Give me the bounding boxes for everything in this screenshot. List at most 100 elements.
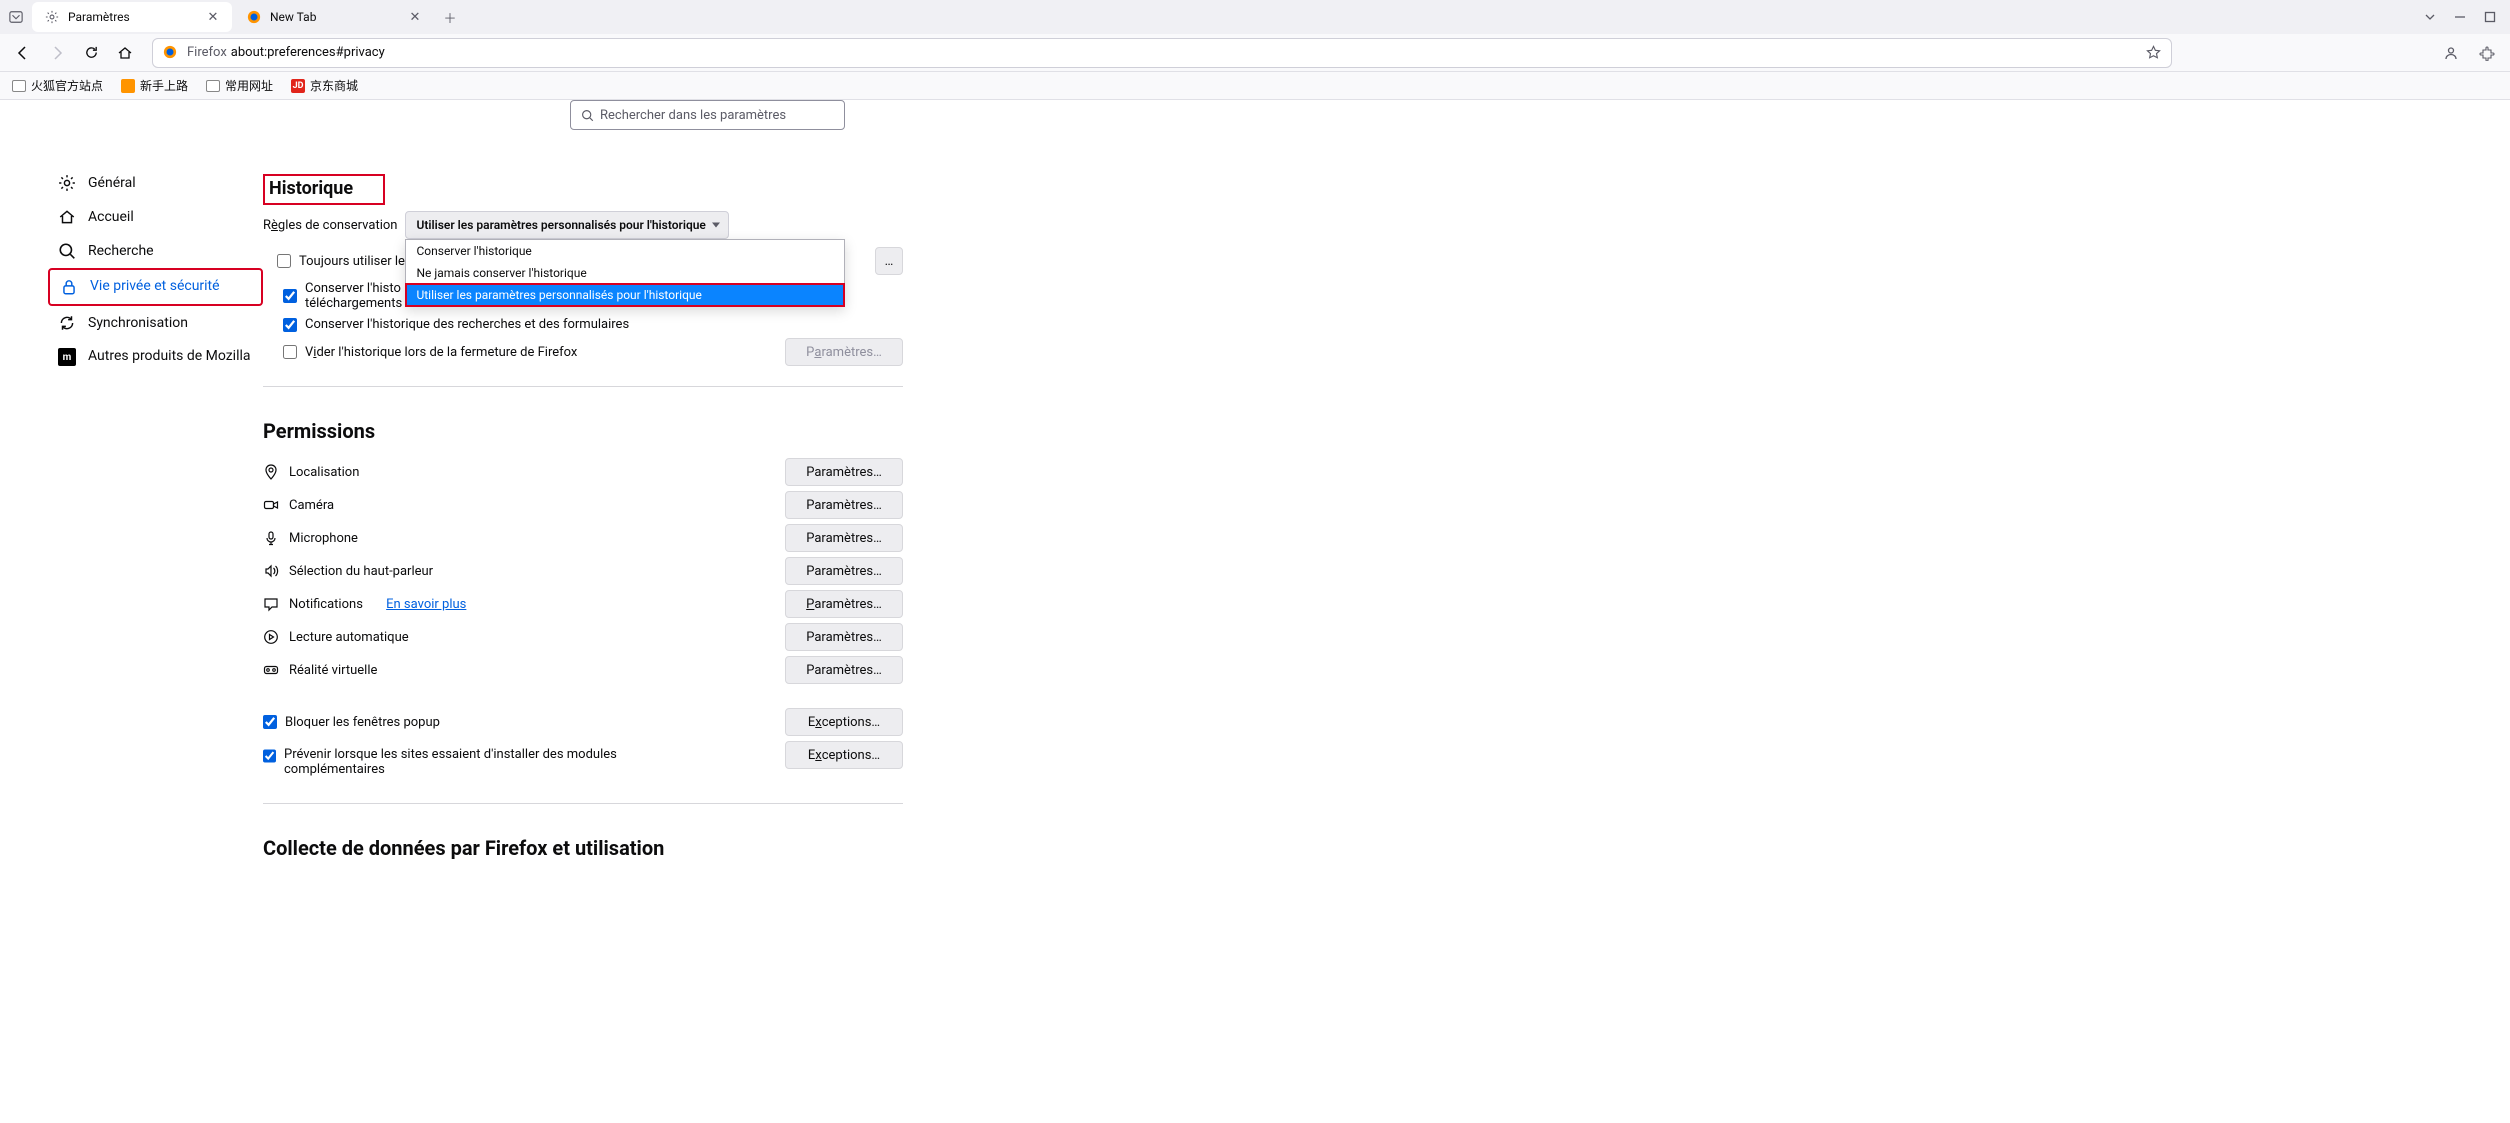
clear-on-close-checkbox[interactable]: Vider l'historique lors de la fermeture … bbox=[283, 345, 577, 360]
sidebar-item-label: Autres produits de Mozilla bbox=[88, 348, 251, 366]
titlebar: Paramètres ✕ New Tab ✕ ＋ bbox=[0, 0, 2510, 34]
search-settings-input[interactable]: Rechercher dans les paramètres bbox=[570, 100, 845, 130]
sidebar-item-more-mozilla[interactable]: m Autres produits de Mozilla bbox=[48, 340, 263, 374]
tab-label: Paramètres bbox=[68, 10, 204, 24]
bookmark-label: 京东商城 bbox=[310, 77, 358, 94]
autoplay-icon bbox=[263, 629, 279, 645]
gear-icon bbox=[44, 9, 60, 25]
new-tab-button[interactable]: ＋ bbox=[436, 3, 464, 31]
dropdown-option[interactable]: Conserver l'historique bbox=[406, 240, 844, 262]
account-button[interactable] bbox=[2436, 38, 2466, 68]
bookmark-item[interactable]: 火狐官方站点 bbox=[8, 75, 107, 96]
vr-settings-button[interactable]: Paramètres… bbox=[785, 656, 903, 684]
microphone-icon bbox=[263, 530, 279, 546]
camera-icon bbox=[263, 497, 279, 513]
history-mode-dropdown: Conserver l'historique Ne jamais conserv… bbox=[405, 239, 845, 307]
navbar: Firefox about:preferences#privacy bbox=[0, 34, 2510, 72]
sidebar-item-sync[interactable]: Synchronisation bbox=[48, 306, 263, 340]
search-placeholder: Rechercher dans les paramètres bbox=[600, 108, 786, 123]
permission-label: Lecture automatique bbox=[289, 630, 409, 645]
chevron-down-icon[interactable] bbox=[2424, 11, 2436, 23]
gear-icon bbox=[58, 174, 76, 192]
camera-settings-button[interactable]: Paramètres… bbox=[785, 491, 903, 519]
bookmark-item[interactable]: 新手上路 bbox=[117, 75, 192, 96]
reload-button[interactable] bbox=[76, 38, 106, 68]
bookmark-item[interactable]: 常用网址 bbox=[202, 75, 277, 96]
checkbox-label: Bloquer les fenêtres popup bbox=[285, 715, 440, 730]
lock-icon bbox=[60, 278, 78, 296]
list-tabs-button[interactable] bbox=[4, 5, 28, 29]
extensions-button[interactable] bbox=[2472, 38, 2502, 68]
warn-addons-checkbox[interactable]: Prévenir lorsque les sites essaient d'in… bbox=[263, 747, 683, 777]
block-popups-checkbox[interactable]: Bloquer les fenêtres popup bbox=[263, 715, 440, 730]
dropdown-option[interactable]: Ne jamais conserver l'historique bbox=[406, 262, 844, 284]
section-title-history: Historique bbox=[263, 174, 385, 205]
bookmark-label: 新手上路 bbox=[140, 77, 188, 94]
permission-label: Sélection du haut-parleur bbox=[289, 564, 433, 579]
settings-sidebar: Général Accueil Recherche Vie privée et … bbox=[48, 162, 263, 870]
firefox-icon bbox=[163, 45, 179, 61]
speaker-icon bbox=[263, 563, 279, 579]
tab-settings[interactable]: Paramètres ✕ bbox=[32, 2, 232, 32]
ellipsis-button[interactable]: … bbox=[875, 247, 903, 275]
tab-newtab[interactable]: New Tab ✕ bbox=[234, 2, 434, 32]
location-settings-button[interactable]: Paramètres… bbox=[785, 458, 903, 486]
checkbox-label: Vider l'historique lors de la fermeture … bbox=[305, 345, 577, 360]
history-mode-select[interactable]: Utiliser les paramètres personnalisés po… bbox=[405, 211, 728, 239]
sidebar-item-privacy[interactable]: Vie privée et sécurité bbox=[48, 268, 263, 306]
sidebar-item-label: Accueil bbox=[88, 209, 134, 225]
url-identity: Firefox bbox=[187, 45, 227, 60]
checkbox-label: Toujours utiliser le m bbox=[299, 254, 420, 269]
home-button[interactable] bbox=[110, 38, 140, 68]
minimize-icon[interactable] bbox=[2454, 11, 2466, 23]
sync-icon bbox=[58, 314, 76, 332]
tab-label: New Tab bbox=[270, 10, 406, 24]
firefox-icon bbox=[246, 9, 262, 25]
settings-main: Historique Règles de conservation Utilis… bbox=[263, 162, 903, 870]
folder-icon bbox=[12, 80, 26, 92]
always-private-checkbox[interactable]: Toujours utiliser le m bbox=[277, 254, 420, 269]
history-rules-label: Règles de conservation bbox=[263, 218, 397, 233]
sidebar-item-home[interactable]: Accueil bbox=[48, 200, 263, 234]
bookmark-item[interactable]: JD京东商城 bbox=[287, 75, 362, 96]
popup-exceptions-button[interactable]: Exceptions… bbox=[785, 708, 903, 736]
close-icon[interactable]: ✕ bbox=[406, 8, 424, 26]
sidebar-item-label: Général bbox=[88, 175, 136, 191]
bookmarks-bar: 火狐官方站点 新手上路 常用网址 JD京东商城 bbox=[0, 72, 2510, 100]
folder-icon bbox=[206, 80, 220, 92]
notifications-learn-more-link[interactable]: En savoir plus bbox=[386, 597, 466, 612]
clear-on-close-settings-button: Paramètres… bbox=[785, 338, 903, 366]
search-icon bbox=[581, 109, 594, 122]
url-bar[interactable]: Firefox about:preferences#privacy bbox=[152, 38, 2172, 68]
bookmark-label: 火狐官方站点 bbox=[31, 77, 103, 94]
close-icon[interactable]: ✕ bbox=[204, 8, 222, 26]
dropdown-option-selected[interactable]: Utiliser les paramètres personnalisés po… bbox=[406, 284, 844, 306]
forward-button[interactable] bbox=[42, 38, 72, 68]
bookmark-label: 常用网址 bbox=[225, 77, 273, 94]
tab-strip: Paramètres ✕ New Tab ✕ ＋ bbox=[32, 0, 2424, 34]
permission-label: Microphone bbox=[289, 531, 358, 546]
notifications-settings-button[interactable]: Paramètres… bbox=[785, 590, 903, 618]
permission-label: Caméra bbox=[289, 498, 334, 513]
addons-exceptions-button[interactable]: Exceptions… bbox=[785, 741, 903, 769]
sidebar-item-search[interactable]: Recherche bbox=[48, 234, 263, 268]
microphone-settings-button[interactable]: Paramètres… bbox=[785, 524, 903, 552]
firefox-icon bbox=[121, 79, 135, 93]
checkbox-label: Conserver l'historique des recherches et… bbox=[305, 317, 629, 332]
section-title-datacollection: Collecte de données par Firefox et utili… bbox=[263, 836, 664, 860]
autoplay-settings-button[interactable]: Paramètres… bbox=[785, 623, 903, 651]
keep-forms-checkbox[interactable]: Conserver l'historique des recherches et… bbox=[283, 317, 903, 332]
section-title-permissions: Permissions bbox=[263, 419, 375, 443]
back-button[interactable] bbox=[8, 38, 38, 68]
speaker-settings-button[interactable]: Paramètres… bbox=[785, 557, 903, 585]
sidebar-item-label: Synchronisation bbox=[88, 315, 188, 331]
checkbox-label: Prévenir lorsque les sites essaient d'in… bbox=[284, 747, 683, 777]
permission-label: Localisation bbox=[289, 465, 359, 480]
sidebar-item-label: Recherche bbox=[88, 243, 154, 259]
url-text: about:preferences#privacy bbox=[231, 45, 385, 60]
checkbox-label: Conserver l'histotéléchargements bbox=[305, 281, 402, 311]
sidebar-item-general[interactable]: Général bbox=[48, 166, 263, 200]
maximize-icon[interactable] bbox=[2484, 11, 2496, 23]
sidebar-item-label: Vie privée et sécurité bbox=[90, 278, 220, 296]
bookmark-star-icon[interactable] bbox=[2146, 45, 2161, 60]
